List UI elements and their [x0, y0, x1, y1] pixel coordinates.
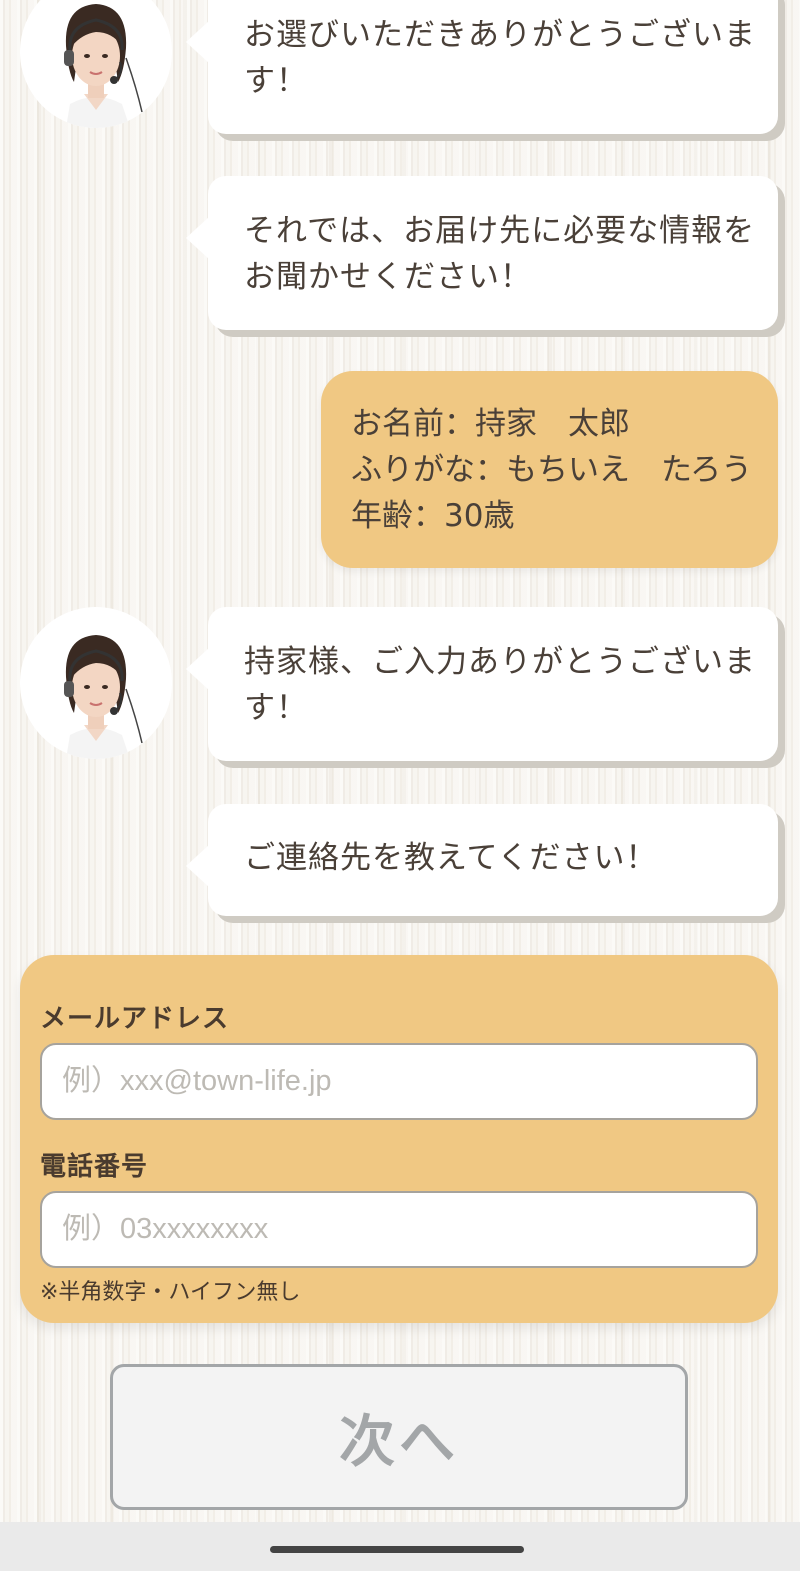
next-button[interactable]: 次へ — [110, 1364, 688, 1510]
user-reply-name: お名前：持家 太郎 — [351, 406, 630, 442]
email-input[interactable] — [40, 1043, 758, 1120]
operator-message-2: それでは、お届け先に必要な情報を お聞かせください！ — [186, 176, 778, 330]
operator-message-3-line-1: 持家様、ご入力ありがとうございま — [244, 644, 756, 680]
email-label: メールアドレス — [40, 1004, 230, 1034]
operator-avatar-2 — [20, 607, 172, 759]
operator-message-2-line-2: お聞かせください！ — [244, 259, 532, 295]
operator-message-4-line-1: ご連絡先を教えてください！ — [244, 840, 658, 876]
operator-avatar — [20, 0, 172, 128]
operator-message-1-line-1: お選びいただきありがとうございま — [244, 17, 756, 53]
operator-avatar-2-icon — [20, 607, 172, 759]
user-reply-furigana: ふりがな：もちいえ たろう — [351, 452, 753, 488]
operator-avatar-icon — [20, 0, 172, 128]
phone-label: 電話番号 — [40, 1152, 149, 1182]
operator-message-2-line-1: それでは、お届け先に必要な情報を — [244, 213, 756, 249]
operator-message-1-line-2: す！ — [244, 63, 308, 99]
user-reply-bubble: お名前：持家 太郎 ふりがな：もちいえ たろう 年齢：30歳 — [321, 371, 778, 568]
operator-message-3: 持家様、ご入力ありがとうございま す！ — [186, 607, 778, 761]
phone-format-note: ※半角数字・ハイフン無し — [40, 1280, 301, 1305]
operator-message-3-line-2: す！ — [244, 690, 308, 726]
operator-message-4: ご連絡先を教えてください！ — [186, 804, 778, 916]
contact-form: メールアドレス 電話番号 ※半角数字・ハイフン無し — [20, 955, 778, 1323]
phone-input[interactable] — [40, 1191, 758, 1268]
user-reply-age: 年齢：30歳 — [351, 498, 515, 534]
home-indicator[interactable] — [270, 1546, 524, 1553]
operator-message-1: お選びいただきありがとうございま す！ — [186, 0, 778, 134]
